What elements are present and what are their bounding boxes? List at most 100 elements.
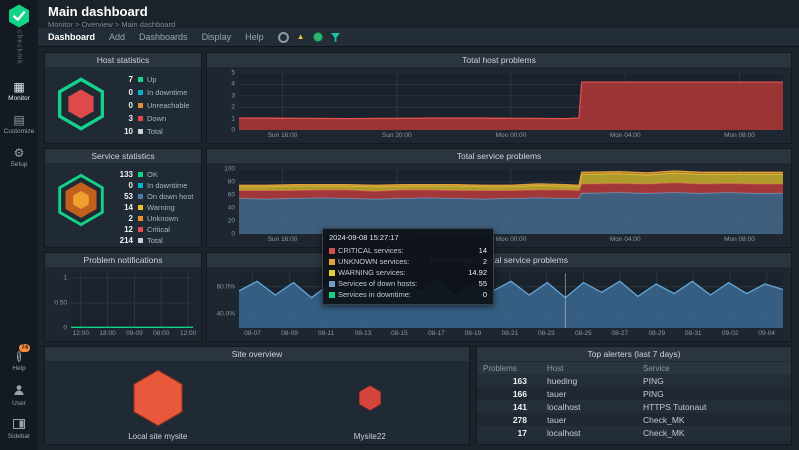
table-row[interactable]: 166tauerPING [477,387,791,400]
panel-title: Total host problems [207,53,791,67]
table-row[interactable]: 141localhostHTTPS Tutonaut [477,400,791,413]
checkmk-logo[interactable] [7,4,31,28]
x-tick-label: 08-31 [685,330,702,337]
filter-icon[interactable] [331,33,340,42]
legend-color-chip [138,116,143,121]
x-tick-label: Mon 08:00 [724,132,755,139]
legend-row[interactable]: 0In downtime [111,180,197,191]
x-tick-label: Mon 00:00 [496,132,527,139]
site-mysite22[interactable]: Mysite22 [354,366,386,441]
menu-item-dashboards[interactable]: Dashboards [139,32,188,42]
pct_service_problems-svg [239,273,783,328]
y-tick-label: 0.50 [54,300,67,307]
x-tick-label: Sun 16:00 [268,132,298,139]
y-tick-label: 40.0% [217,311,235,318]
panel-problem-notifications: Problem notifications 12:0018:0009-0906:… [44,252,202,342]
logo-hexagon [9,4,29,27]
x-tick-label: Mon 04:00 [610,132,641,139]
sidebar-item-setup[interactable]: ⚙ Setup [0,141,38,174]
legend-label: In downtime [147,88,187,97]
x-tick-label: 12:00 [73,330,89,337]
legend-color-chip [138,129,143,134]
site-hexagon [129,366,187,430]
table-row[interactable]: 278tauerCheck_MK [477,413,791,426]
sidebar: checkmk ▦ Monitor ▤ Customize ⚙ Setup i … [0,0,38,450]
x-tick-label: Mon 08:00 [724,236,755,243]
status-icon[interactable] [278,32,289,43]
menu-item-add[interactable]: Add [109,32,125,42]
chart-tooltip: 2024-09-08 15:27:17 CRITICAL services:14… [322,228,494,305]
legend-color-chip [138,205,143,210]
legend-label: Down [147,114,166,123]
sidebar-item-label: Customize [4,128,35,135]
menu-item-help[interactable]: Help [245,32,264,42]
panel-title: Percentage of total service problems [207,253,791,267]
total-service-problems-chart[interactable]: Sun 16:00Sun 20:00Mon 00:00Mon 04:00Mon … [207,164,791,247]
panel-pct-service-problems: Percentage of total service problems 08-… [206,252,792,342]
col-problems: Problems [477,362,541,374]
sidebar-item-monitor[interactable]: ▦ Monitor [0,75,38,108]
panel-title: Top alerters (last 7 days) [477,347,791,361]
total-host-problems-chart[interactable]: Sun 16:00Sun 20:00Mon 00:00Mon 04:00Mon … [207,68,791,143]
legend-value: 10 [111,127,133,136]
x-tick-label: 08-27 [611,330,628,337]
legend-row[interactable]: 0In downtime [111,86,197,99]
menubar-items: Dashboard Add Dashboards Display Help [48,32,264,42]
site-local-mysite[interactable]: Local site mysite [128,366,187,441]
legend-row[interactable]: 0Unreachable [111,99,197,112]
legend-row[interactable]: 133OK [111,169,197,180]
legend-row[interactable]: 214Total [111,235,197,246]
legend-row[interactable]: 12Critical [111,224,197,235]
legend-value: 2 [111,214,133,223]
pct-service-problems-chart[interactable]: 08-0708-0908-1108-1308-1508-1708-1908-21… [207,268,791,341]
main-area: Main dashboard Monitor > Overview > Main… [38,0,799,450]
panel-site-overview: Site overview Local site mysite [44,346,470,445]
y-tick-label: 1 [231,115,235,122]
legend-row[interactable]: 14Warning [111,202,197,213]
x-tick-label: 09-09 [126,330,143,337]
legend-label: Unknown [147,214,178,223]
table-row[interactable]: 163huedingPING [477,374,791,387]
legend-row[interactable]: 7Up [111,73,197,86]
menu-item-dashboard[interactable]: Dashboard [48,32,95,42]
legend-value: 0 [111,181,133,190]
legend-value: 214 [111,236,133,245]
globe-icon[interactable] [313,32,323,42]
host-stats-hexagon[interactable] [53,76,109,137]
legend-row[interactable]: 2 Unknown [111,213,197,224]
y-tick-label: 3 [231,92,235,99]
legend-row[interactable]: 3Down [111,112,197,125]
panel-total-service-problems: Total service problems Sun 16:00Sun 20:0… [206,148,792,248]
sidebar-item-user[interactable]: User [0,378,38,413]
x-tick-label: 09-04 [758,330,775,337]
y-tick-label: 80 [228,179,235,186]
x-tick-label: 08-15 [391,330,408,337]
menu-item-display[interactable]: Display [202,32,232,42]
legend-label: Total [147,127,163,136]
x-tick-label: 09-02 [722,330,739,337]
panel-top-alerters: Top alerters (last 7 days) ProblemsHostS… [476,346,792,445]
y-tick-label: 5 [231,70,235,77]
service-stats-hexagon[interactable] [53,172,109,233]
sidebar-item-sidebar-toggle[interactable]: Sidebar [0,413,38,446]
problems-icon[interactable]: ▲ [297,33,305,41]
hexagon-core [68,89,93,118]
site-label: Mysite22 [354,432,386,441]
panel-title: Host statistics [45,53,201,67]
user-icon [13,384,25,398]
y-tick-label: 1 [63,275,67,282]
tooltip-row: CRITICAL services:14 [329,245,487,256]
total_service_problems-svg [239,169,783,234]
col-host: Host [541,362,637,374]
legend-color-chip [138,194,143,199]
sidebar-item-help[interactable]: i 74 Help [0,343,38,378]
sidebar-item-customize[interactable]: ▤ Customize [0,108,38,141]
legend-row[interactable]: 10 Total [111,125,197,138]
y-tick-label: 60 [228,192,235,199]
tooltip-rows: CRITICAL services:14UNKNOWN services:2WA… [329,245,487,300]
x-tick-label: 08-07 [244,330,261,337]
legend-row[interactable]: 53On down host [111,191,197,202]
y-tick-label: 40 [228,205,235,212]
problem-notifications-chart[interactable]: 12:0018:0009-0906:0012:0000.501 [45,268,201,341]
table-row[interactable]: 17localhostCheck_MK [477,426,791,439]
